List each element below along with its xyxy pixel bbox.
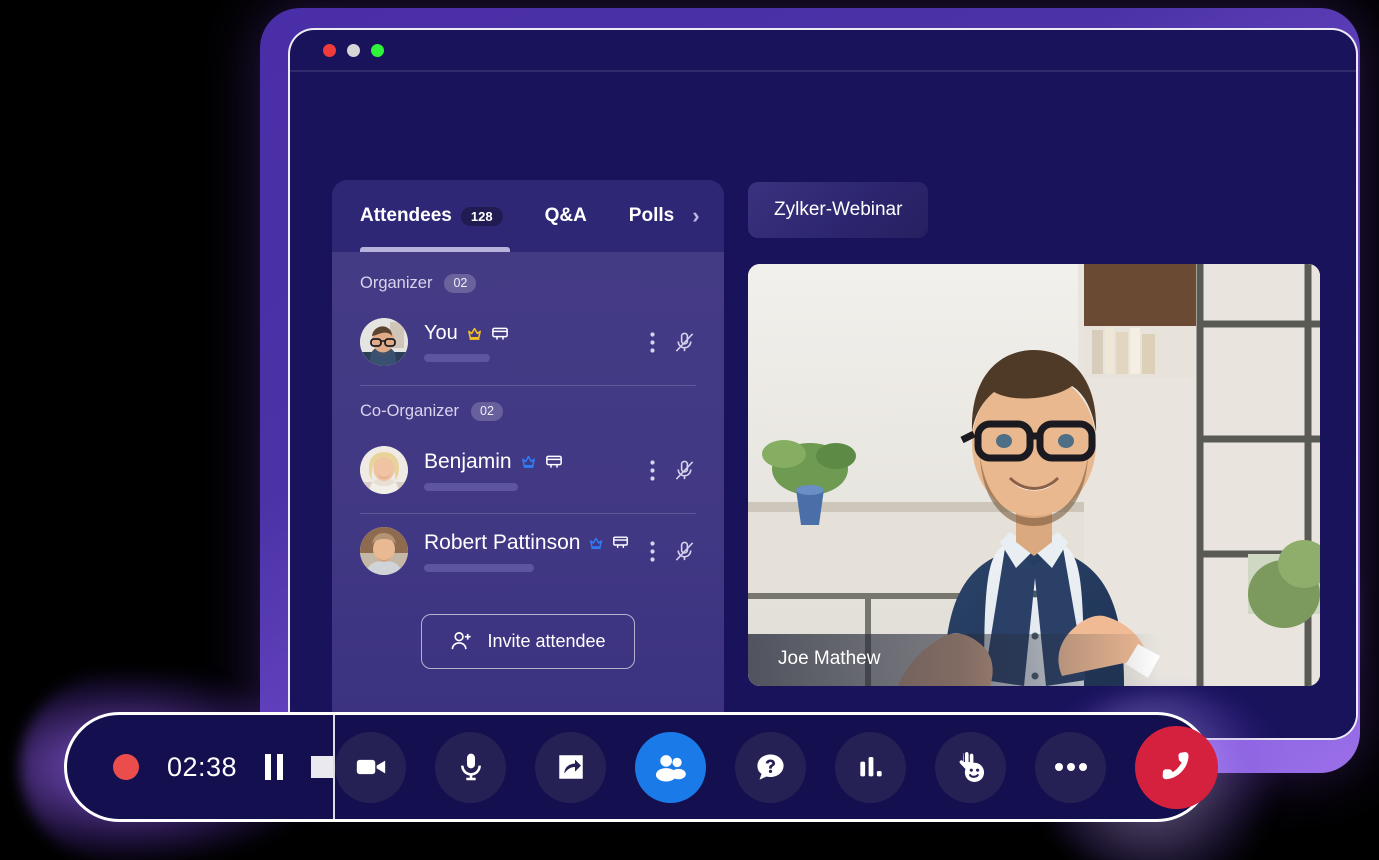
attendees-panel: Attendees 128 Q&A Polls › Organizer 02 Y…: [332, 180, 724, 724]
record-dot-icon: [113, 754, 139, 780]
maximize-window-button[interactable]: [371, 44, 384, 57]
attendee-name: You: [424, 322, 458, 344]
tab-attendees-count: 128: [460, 206, 503, 226]
question-bubble-icon: [757, 753, 784, 780]
attendee-actions: [640, 540, 696, 563]
presentation-screen-icon: [491, 327, 508, 340]
group-header-co-organizer: Co-Organizer 02: [332, 402, 724, 421]
panel-tab-bar: Attendees 128 Q&A Polls ›: [332, 180, 724, 252]
bar-chart-icon: [859, 757, 882, 777]
invite-attendee-label: Invite attendee: [487, 631, 606, 651]
mic-muted-icon[interactable]: [673, 540, 696, 563]
attendee-status-bar: [424, 563, 534, 572]
stop-recording-button[interactable]: [311, 756, 334, 778]
qna-button[interactable]: [735, 731, 807, 803]
attendee-actions: [640, 331, 696, 354]
recording-section: 02:38: [67, 715, 336, 819]
window-titlebar: [290, 30, 1356, 72]
avatar: [360, 318, 408, 366]
more-vertical-icon[interactable]: [650, 459, 655, 481]
group-label: Co-Organizer: [360, 402, 460, 420]
attendee-info: Benjamin: [424, 450, 640, 491]
video-tile-joe-mathew[interactable]: Joe Mathew: [748, 264, 1320, 686]
group-label: Organizer: [360, 274, 433, 292]
share-screen-icon: [558, 755, 583, 779]
polls-button[interactable]: [835, 731, 907, 803]
invite-attendee-button[interactable]: Invite attendee: [421, 614, 635, 669]
traffic-lights: [323, 44, 384, 57]
attendee-actions: [640, 459, 696, 482]
crown-icon: [521, 455, 535, 468]
avatar: [360, 446, 408, 494]
raise-hand-emoji-icon: [959, 752, 984, 782]
attendee-name: Robert Pattinson: [424, 530, 581, 554]
attendee-row-you[interactable]: You: [332, 305, 724, 379]
tab-attendees[interactable]: Attendees 128: [360, 205, 503, 227]
tab-attendees-label: Attendees: [360, 205, 452, 226]
pause-recording-button[interactable]: [265, 754, 284, 780]
tab-polls-label: Polls: [628, 205, 675, 226]
reactions-button[interactable]: [935, 731, 1007, 803]
attendee-status-bar: [424, 482, 518, 491]
tab-polls[interactable]: Polls: [629, 205, 674, 227]
presentation-screen-icon: [613, 536, 629, 548]
add-person-icon: [452, 632, 472, 650]
share-screen-button[interactable]: [535, 731, 607, 803]
attendee-name: Benjamin: [424, 449, 512, 473]
webinar-title: Zylker-Webinar: [748, 182, 929, 238]
microphone-button[interactable]: [435, 731, 507, 803]
control-buttons: [335, 725, 1232, 809]
tab-qna[interactable]: Q&A: [545, 205, 587, 227]
microphone-icon: [460, 753, 481, 781]
app-window: Attendees 128 Q&A Polls › Organizer 02 Y…: [288, 28, 1358, 740]
video-stream-image: [748, 264, 1320, 686]
video-camera-icon: [356, 759, 385, 775]
recording-elapsed-time: 02:38: [167, 751, 238, 782]
people-icon: [655, 754, 686, 781]
invite-attendee-wrapper: Invite attendee: [332, 614, 724, 669]
presentation-screen-icon: [545, 455, 562, 468]
participant-name-label: Joe Mathew: [748, 634, 1320, 686]
screenshot-root: { "window": { "traffic_lights": ["close-…: [0, 0, 1379, 860]
attendees-list: Organizer 02 You Co-Organizer 02 Benjami…: [332, 252, 724, 724]
camera-button[interactable]: [335, 731, 407, 803]
pause-icon: [265, 754, 284, 780]
more-options-button[interactable]: [1035, 731, 1107, 803]
more-horizontal-icon: [1054, 763, 1087, 771]
end-call-button[interactable]: [1135, 725, 1219, 809]
attendee-row-benjamin[interactable]: Benjamin: [332, 433, 724, 507]
avatar: [360, 527, 408, 575]
attendee-info: Robert Pattinson: [424, 531, 640, 572]
attendee-status-bar: [424, 354, 490, 362]
attendee-info: You: [424, 322, 640, 362]
more-vertical-icon[interactable]: [650, 331, 655, 353]
group-header-organizer: Organizer 02: [332, 274, 724, 293]
chevron-right-icon[interactable]: ›: [692, 203, 699, 229]
participants-button[interactable]: [635, 731, 707, 803]
tab-qna-label: Q&A: [544, 205, 587, 226]
stop-icon: [311, 756, 334, 778]
mic-muted-icon[interactable]: [673, 459, 696, 482]
window-body: Attendees 128 Q&A Polls › Organizer 02 Y…: [290, 72, 1356, 738]
group-count: 02: [444, 274, 477, 293]
group-count: 02: [471, 402, 503, 421]
meeting-control-bar: 02:38: [64, 712, 1219, 822]
minimize-window-button[interactable]: [347, 44, 360, 57]
crown-icon: [590, 537, 603, 549]
hang-up-icon: [1162, 752, 1189, 780]
more-vertical-icon[interactable]: [650, 540, 655, 562]
mic-muted-icon[interactable]: [673, 331, 696, 354]
crown-icon: [467, 327, 481, 340]
close-window-button[interactable]: [323, 44, 336, 57]
attendee-row-robert-pattinson[interactable]: Robert Pattinson: [332, 514, 724, 588]
